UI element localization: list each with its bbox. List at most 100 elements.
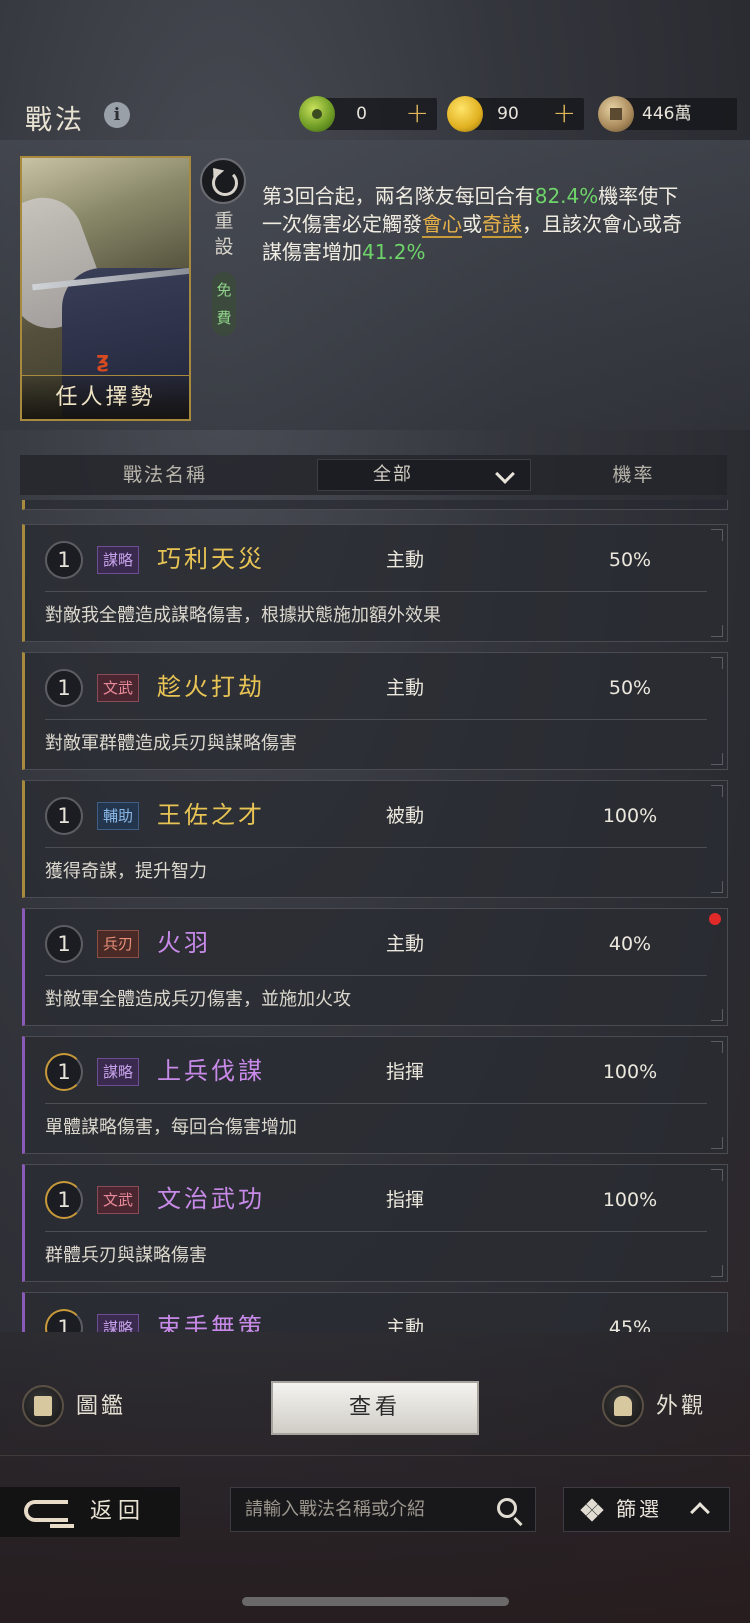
skill-name: 上兵伐謀	[157, 1057, 265, 1085]
skill-type: 主動	[385, 549, 424, 571]
codex-button[interactable]: 圖鑑	[22, 1385, 142, 1429]
skill-summary: 單體謀略傷害，每回合傷害增加	[45, 1117, 297, 1138]
chevron-down-icon	[495, 464, 515, 484]
skill-summary: 群體兵刃與謀略傷害	[45, 1245, 207, 1266]
column-rate-header[interactable]: 機率	[540, 455, 727, 495]
frame-corner	[711, 1009, 723, 1021]
reset-icon[interactable]	[200, 158, 246, 204]
skill-type: 主動	[385, 677, 424, 699]
frame-corner	[711, 657, 723, 669]
free-badge: 免費	[212, 272, 236, 336]
skill-tag: 謀略	[97, 546, 140, 574]
skill-type: 被動	[385, 805, 424, 827]
back-arrow-icon	[24, 1500, 74, 1528]
level-badge: 1	[45, 1053, 83, 1091]
frame-corner	[711, 625, 723, 637]
skill-rate: 50%	[608, 677, 652, 699]
skill-tag: 兵刃	[97, 930, 140, 958]
filter-button[interactable]: 篩選	[563, 1487, 730, 1532]
skill-type: 指揮	[385, 1061, 424, 1083]
divider	[45, 975, 707, 976]
filter-diamond-icon	[580, 1498, 604, 1522]
skill-list[interactable]: 1 謀略 巧利天災 主動 50% 對敵我全體造成謀略傷害，根據狀態施加額外效果 …	[22, 500, 728, 1332]
desc-keyword-strategy[interactable]: 奇謀	[482, 212, 522, 238]
divider	[45, 847, 707, 848]
card-quality-mark: ƺ	[96, 348, 109, 373]
gold-add-button[interactable]: +	[553, 98, 576, 128]
list-item[interactable]: 1 文武 趁火打劫 主動 50% 對敵軍群體造成兵刃與謀略傷害	[22, 652, 728, 770]
skill-summary: 對敵軍群體造成兵刃與謀略傷害	[45, 733, 297, 754]
frame-corner	[711, 1169, 723, 1181]
column-name-header[interactable]: 戰法名稱	[20, 455, 310, 495]
info-icon[interactable]: ⅰ	[104, 102, 130, 128]
frame-corner	[711, 881, 723, 893]
desc-text: 或	[462, 212, 482, 236]
skill-name: 巧利天災	[157, 545, 265, 573]
search-icon[interactable]	[497, 1498, 517, 1518]
chevron-up-icon	[690, 1502, 710, 1522]
skill-card[interactable]: ƺ 任人擇勢	[20, 156, 191, 421]
codex-icon	[22, 1385, 64, 1427]
list-item[interactable]: 1 謀略 束手無策 主動 45%	[22, 1292, 728, 1332]
skill-summary: 對敵我全體造成謀略傷害，根據狀態施加額外效果	[45, 605, 441, 626]
skill-tag: 謀略	[97, 1058, 140, 1086]
skill-rate: 100%	[602, 805, 658, 827]
card-skill-name: 任人擇勢	[22, 375, 189, 419]
back-button[interactable]: 返回	[0, 1487, 180, 1537]
jade-add-button[interactable]: +	[406, 98, 429, 128]
frame-corner	[711, 785, 723, 797]
skill-name: 文治武功	[157, 1185, 265, 1213]
home-indicator[interactable]	[242, 1597, 509, 1606]
view-button[interactable]: 查看	[271, 1381, 479, 1435]
copper-value: 446萬	[617, 98, 737, 130]
jade-currency: 0 +	[320, 98, 437, 130]
skill-tag: 文武	[97, 1186, 140, 1214]
back-label: 返回	[90, 1499, 147, 1524]
level-badge: 1	[45, 797, 83, 835]
frame-corner	[711, 1041, 723, 1053]
list-item[interactable]: 1 謀略 上兵伐謀 指揮 100% 單體謀略傷害，每回合傷害增加	[22, 1036, 728, 1154]
building-icon	[602, 1385, 644, 1427]
level-badge: 1	[45, 925, 83, 963]
frame-corner	[711, 529, 723, 541]
list-item[interactable]: 1 輔助 王佐之才 被動 100% 獲得奇謀，提升智力	[22, 780, 728, 898]
appearance-button[interactable]: 外觀	[602, 1385, 732, 1429]
level-badge: 1	[45, 541, 83, 579]
list-item[interactable]: 1 兵刃 火羽 主動 40% 對敵軍全體造成兵刃傷害，並施加火攻	[22, 908, 728, 1026]
gold-coin-icon	[447, 96, 483, 132]
search-box[interactable]	[230, 1487, 536, 1532]
skill-rate: 40%	[608, 933, 652, 955]
divider	[45, 1103, 707, 1104]
skill-tag: 文武	[97, 674, 140, 702]
appearance-label: 外觀	[656, 1394, 707, 1419]
skill-tag: 謀略	[97, 1314, 140, 1332]
skill-type: 指揮	[385, 1189, 424, 1211]
skill-type: 主動	[385, 1317, 424, 1332]
skill-name: 束手無策	[157, 1313, 265, 1332]
desc-value-bonus: 41.2%	[362, 240, 426, 264]
skill-type: 主動	[385, 933, 424, 955]
level-badge: 1	[45, 1181, 83, 1219]
skill-tag: 輔助	[97, 802, 140, 830]
top-bar: 戰法 ⅰ 0 + 90 + 446萬	[0, 88, 750, 140]
codex-label: 圖鑑	[76, 1394, 127, 1419]
type-filter-dropdown[interactable]: 全部	[317, 459, 531, 491]
list-header: 戰法名稱 全部 機率	[20, 455, 727, 495]
list-item-partial	[22, 500, 728, 510]
skill-summary: 獲得奇謀，提升智力	[45, 861, 207, 882]
frame-corner	[711, 1265, 723, 1277]
desc-text: 第3回合起，兩名隊友每回合有	[262, 184, 535, 208]
frame-corner	[711, 753, 723, 765]
divider	[45, 1231, 707, 1232]
new-indicator-dot	[709, 913, 721, 925]
level-badge: 1	[45, 1309, 83, 1332]
reset-label[interactable]: 重設	[213, 208, 235, 260]
filter-value: 全部	[373, 464, 413, 485]
skill-rate: 45%	[608, 1317, 652, 1332]
page-title: 戰法	[25, 105, 85, 136]
desc-keyword-crit[interactable]: 會心	[422, 212, 462, 238]
list-item[interactable]: 1 文武 文治武功 指揮 100% 群體兵刃與謀略傷害	[22, 1164, 728, 1282]
list-item[interactable]: 1 謀略 巧利天災 主動 50% 對敵我全體造成謀略傷害，根據狀態施加額外效果	[22, 524, 728, 642]
search-input[interactable]	[231, 1488, 481, 1531]
skill-description: 第3回合起，兩名隊友每回合有82.4%機率使下一次傷害必定觸發會心或奇謀，且該次…	[262, 182, 692, 266]
